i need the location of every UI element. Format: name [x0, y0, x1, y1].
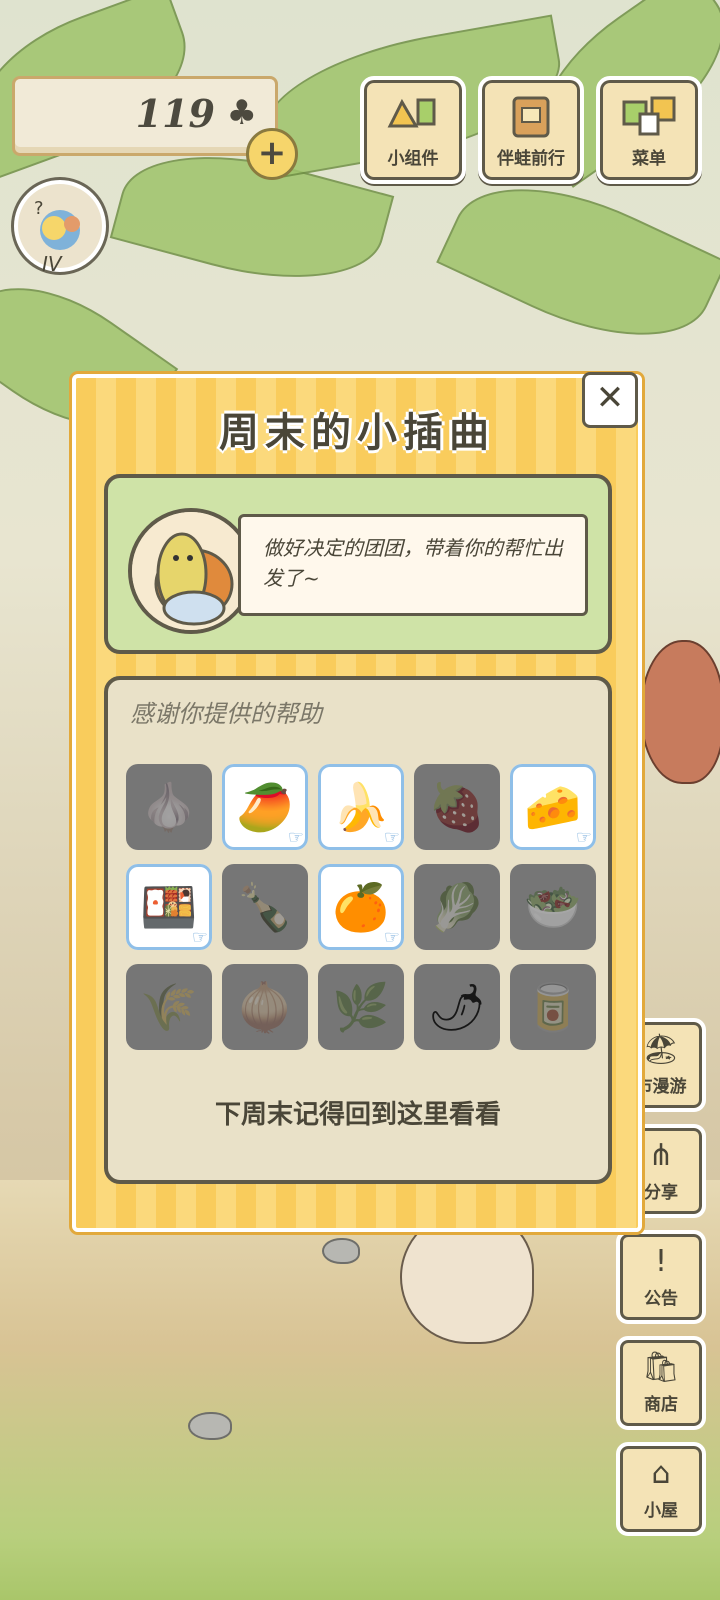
clover-icon: ♣	[226, 93, 257, 133]
item-slot[interactable]: 🍱 ☞	[126, 864, 212, 950]
shop-button[interactable]: 🛍 商店	[616, 1336, 706, 1430]
announcement-button[interactable]: ! 公告	[616, 1230, 706, 1324]
footer-note: 下周末记得回到这里看看	[214, 1100, 501, 1130]
salad-plate-icon: 🥗	[524, 879, 582, 934]
item-slot[interactable]: 🥭 ☞	[222, 764, 308, 850]
clover-count: 119	[135, 91, 215, 136]
canned-food-icon: 🥫	[524, 979, 582, 1034]
item-slot[interactable]: 🧅	[222, 964, 308, 1050]
bird-character-icon	[132, 512, 250, 630]
shop-icon: 🛍	[641, 1350, 681, 1385]
shop-label: 商店	[644, 1395, 678, 1415]
house-button[interactable]: ⌂ 小屋	[616, 1442, 706, 1536]
menu-button-label: 菜单	[632, 149, 666, 169]
item-slot[interactable]: 🥫	[510, 964, 596, 1050]
announcement-label: 公告	[644, 1289, 678, 1309]
bottle-icon: 🍾	[236, 879, 294, 934]
tap-hand-icon: ☞	[287, 827, 304, 848]
item-slot[interactable]: 🧄	[126, 764, 212, 850]
onion-icon: 🧅	[236, 979, 294, 1034]
item-slot[interactable]: 🥗	[510, 864, 596, 950]
tap-hand-icon: ☞	[383, 927, 400, 948]
item-slot[interactable]: 🍌 ☞	[318, 764, 404, 850]
item-slot[interactable]: 🍾	[222, 864, 308, 950]
character-portrait	[128, 508, 254, 634]
chili-pepper-icon: 🌶	[427, 979, 487, 1034]
add-clover-button[interactable]: +	[246, 128, 298, 180]
svg-text:?: ?	[34, 198, 44, 219]
item-grid: 🧄 🥭 ☞ 🍌 ☞ 🍓 🧀 ☞ 🍱 ☞ 🍾 🍊 ☞ 🥬 🥗 🌾 🧅 🌿 🌶 🥫	[126, 764, 596, 1050]
item-slot[interactable]: 🌿	[318, 964, 404, 1050]
avatar-label: IV	[42, 252, 62, 276]
grain-sack-icon: 🌾	[140, 979, 198, 1034]
rock	[188, 1412, 232, 1440]
message-panel: 做好决定的团团，带着你的帮忙出发了~	[104, 474, 612, 654]
item-slot[interactable]: 🌶	[414, 964, 500, 1050]
scallion-icon: 🌿	[332, 979, 390, 1034]
rock	[322, 1238, 360, 1264]
tap-hand-icon: ☞	[383, 827, 400, 848]
message-text: 做好决定的团团，带着你的帮忙出发了~	[263, 536, 563, 590]
widget-button-label: 小组件	[387, 149, 439, 169]
house-label: 小屋	[644, 1501, 678, 1521]
house-icon: ⌂	[651, 1456, 671, 1491]
travel-companion-label: 伴蛙前行	[497, 149, 565, 169]
item-slot[interactable]: 🥬	[414, 864, 500, 950]
dialog-title: 周末的小插曲	[219, 410, 495, 456]
travel-companion-button[interactable]: 伴蛙前行	[478, 76, 584, 184]
item-slot[interactable]: 🍊 ☞	[318, 864, 404, 950]
widget-button[interactable]: 小组件	[360, 76, 466, 184]
items-panel: 感谢你提供的帮助 🧄 🥭 ☞ 🍌 ☞ 🍓 🧀 ☞ 🍱 ☞ 🍾 🍊 ☞ 🥬 🥗 🌾 🧅 🌿 🌶 🥫 下周末记得回到这里看…	[104, 676, 612, 1184]
cabbage-icon: 🥬	[428, 879, 486, 934]
clover-counter: 119 ♣	[12, 76, 278, 156]
tap-hand-icon: ☞	[191, 927, 208, 948]
item-slot[interactable]: 🌾	[126, 964, 212, 1050]
close-button[interactable]: ✕	[582, 372, 638, 428]
item-slot[interactable]: 🍓	[414, 764, 500, 850]
door-decoration	[640, 640, 720, 784]
ground	[0, 1180, 720, 1600]
menu-cards-icon	[622, 96, 676, 138]
garlic-icon: 🧄	[140, 779, 198, 834]
weekend-episode-dialog: 周末的小插曲 做好决定的团团，带着你的帮忙出发了~ 感谢你提供的帮助 🧄 🥭 ☞ 🍌 ☞…	[72, 374, 642, 1232]
menu-button[interactable]: 菜单	[596, 76, 702, 184]
widget-icon	[386, 96, 440, 138]
strawberry-icon: 🍓	[428, 779, 486, 834]
tap-hand-icon: ☞	[575, 827, 592, 848]
announcement-icon: !	[654, 1244, 668, 1279]
speech-bubble: 做好决定的团团，带着你的帮忙出发了~	[238, 514, 588, 616]
travel-book-icon	[504, 96, 558, 138]
items-title: 感谢你提供的帮助	[130, 700, 322, 728]
item-slot[interactable]: 🧀 ☞	[510, 764, 596, 850]
